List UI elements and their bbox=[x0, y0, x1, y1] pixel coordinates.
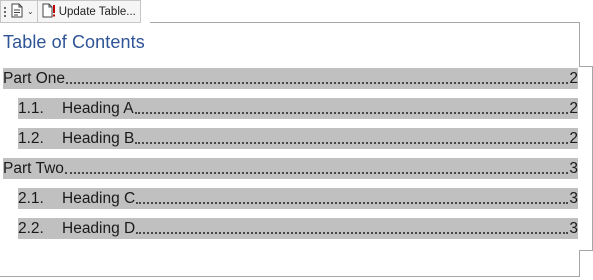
toc-entry[interactable]: Part One 2 bbox=[3, 68, 578, 89]
toc-entry-page-number: 2 bbox=[569, 99, 578, 117]
toc-entry[interactable]: 2.1. Heading C 3 bbox=[18, 188, 578, 209]
toc-menu-button[interactable]: ⌄ bbox=[9, 1, 38, 22]
chevron-down-icon: ⌄ bbox=[27, 7, 34, 16]
toc-entry-label: Heading D bbox=[62, 219, 136, 237]
toc-entry-page-number: 3 bbox=[569, 159, 578, 177]
update-table-button[interactable]: Update Table... bbox=[38, 1, 140, 22]
toc-entry-label: Part Two bbox=[3, 159, 64, 177]
dot-leader bbox=[136, 228, 569, 234]
toc-toolbar: ⌄ Update Table... bbox=[0, 0, 141, 23]
toc-entry-number: 2.1. bbox=[18, 189, 44, 207]
document-icon bbox=[11, 3, 23, 21]
toc-entry[interactable]: 1.2. Heading B 2 bbox=[18, 128, 578, 149]
dot-leader bbox=[135, 138, 569, 144]
drag-handle[interactable] bbox=[1, 1, 9, 22]
toc-entry-label: Part One bbox=[3, 69, 66, 87]
toc-entry-page-number: 2 bbox=[569, 69, 578, 87]
update-table-label: Update Table... bbox=[58, 5, 136, 18]
toc-entry-page-number: 2 bbox=[569, 129, 578, 147]
toc-entry-number: 1.2. bbox=[18, 129, 44, 147]
dot-leader bbox=[136, 198, 569, 204]
toc-entry-number: 1.1. bbox=[18, 99, 44, 117]
document-exclamation-icon bbox=[42, 3, 56, 21]
dot-leader bbox=[66, 78, 569, 84]
toc-entry-label: Heading B bbox=[62, 129, 135, 147]
toc-entry[interactable]: 2.2. Heading D 3 bbox=[18, 218, 578, 239]
toc-entry-number: 2.2. bbox=[18, 219, 44, 237]
dot-leader bbox=[64, 168, 569, 174]
toc-entry-label: Heading A bbox=[62, 99, 134, 117]
dot-leader bbox=[134, 108, 569, 114]
toc-entry-page-number: 3 bbox=[569, 189, 578, 207]
toc-entry[interactable]: 1.1. Heading A 2 bbox=[18, 98, 578, 119]
toc-entry[interactable]: Part Two 3 bbox=[3, 158, 578, 179]
toc-title: Table of Contents bbox=[3, 32, 145, 52]
toc-entry-label: Heading C bbox=[62, 189, 136, 207]
toc-frame-notch bbox=[579, 66, 593, 251]
toc-list: Part One 2 1.1. Heading A 2 1.2. Heading B 2 Par… bbox=[3, 68, 578, 248]
toc-entry-page-number: 3 bbox=[569, 219, 578, 237]
